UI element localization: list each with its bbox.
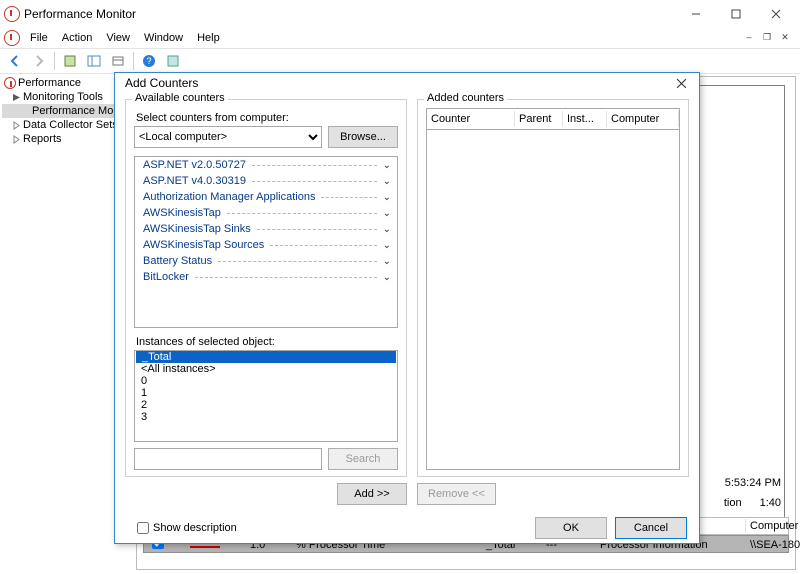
menu-view[interactable]: View xyxy=(100,30,136,46)
meta-row: tion1:40 xyxy=(724,497,781,509)
chart-area[interactable] xyxy=(147,85,785,530)
help-button[interactable]: ? xyxy=(138,50,160,72)
show-checkbox[interactable] xyxy=(152,537,164,549)
window-title: Performance Monitor xyxy=(24,7,136,21)
tree-label: Performance Monitor xyxy=(32,105,135,117)
app-icon xyxy=(4,6,20,22)
tree-label: Monitoring Tools xyxy=(23,91,103,103)
tree-performance[interactable]: Performance xyxy=(2,76,134,90)
forward-button[interactable] xyxy=(28,50,50,72)
menu-window[interactable]: Window xyxy=(138,30,189,46)
expand-icon[interactable] xyxy=(12,121,21,130)
window-maximize[interactable] xyxy=(716,4,756,24)
tree-label: Reports xyxy=(23,133,62,145)
tree-monitoring-tools[interactable]: Monitoring Tools xyxy=(2,90,134,104)
menu-action[interactable]: Action xyxy=(56,30,99,46)
mdi-restore[interactable]: ❐ xyxy=(758,29,776,45)
tree-data-collector-sets[interactable]: Data Collector Sets xyxy=(2,118,134,132)
mdi-minimize[interactable]: ‒ xyxy=(740,29,758,45)
mdi-close[interactable]: ✕ xyxy=(776,29,794,45)
panel-button[interactable] xyxy=(83,50,105,72)
svg-text:?: ? xyxy=(146,56,151,66)
color-swatch xyxy=(190,546,220,548)
window-minimize[interactable] xyxy=(676,4,716,24)
window-titlebar: Performance Monitor xyxy=(0,0,800,28)
extras-button[interactable] xyxy=(162,50,184,72)
expand-icon[interactable] xyxy=(12,135,21,144)
menu-file[interactable]: File xyxy=(24,30,54,46)
tree-performance-monitor[interactable]: Performance Monitor xyxy=(2,104,134,118)
app-icon-small xyxy=(4,30,20,46)
workspace: Performance Monitoring Tools Performance… xyxy=(0,74,800,574)
toolbar: ? xyxy=(0,48,800,74)
mdi-controls: ‒ ❐ ✕ xyxy=(740,29,794,45)
properties-button[interactable] xyxy=(107,50,129,72)
tree-label: Data Collector Sets xyxy=(23,119,118,131)
action-button[interactable] xyxy=(59,50,81,72)
nav-tree[interactable]: Performance Monitoring Tools Performance… xyxy=(0,74,136,574)
collapse-icon[interactable] xyxy=(12,93,21,102)
back-button[interactable] xyxy=(4,50,26,72)
menubar: File Action View Window Help xyxy=(0,28,800,48)
window-controls xyxy=(676,4,796,24)
window-close[interactable] xyxy=(756,4,796,24)
tree-label: Performance xyxy=(18,77,81,89)
table-row[interactable]: 1.0 % Processor Time _Total --- Processo… xyxy=(143,535,789,553)
time-labels: M5:53:24 PM xyxy=(688,477,781,489)
graph-panel: M5:53:24 PM tion1:40 Show Color Scale Co… xyxy=(136,76,796,570)
counter-legend-table[interactable]: Show Color Scale Counter Instance Parent… xyxy=(143,517,789,565)
menu-help[interactable]: Help xyxy=(191,30,226,46)
tree-reports[interactable]: Reports xyxy=(2,132,134,146)
table-header: Show Color Scale Counter Instance Parent… xyxy=(143,517,789,535)
